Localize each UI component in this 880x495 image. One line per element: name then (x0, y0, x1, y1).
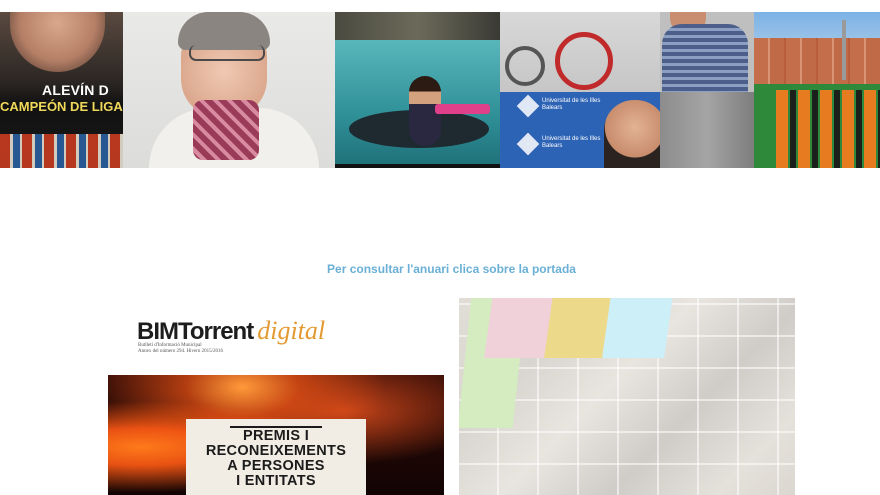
photo-bottom-edge (335, 164, 500, 168)
yearbook-cover-link-collage[interactable] (459, 298, 795, 495)
photo-man (604, 100, 660, 168)
collage-caption-champion: CAMPEÓN DE LIGA 19/20 (0, 99, 123, 114)
photo-wheelchair-wheel (555, 32, 613, 90)
cover-subtitle: Butlletí d'Informació Municipal Annex de… (138, 343, 223, 355)
logo-text-italic: digital (257, 316, 326, 345)
university-logo-icon (516, 94, 540, 118)
photo-person (10, 12, 105, 72)
photo-scarf (193, 100, 259, 160)
color-stripe-blue (602, 298, 674, 358)
photo-team-players (0, 134, 123, 168)
collage-photo-university: Universitat de les Illes Balears Univers… (500, 12, 660, 168)
university-logo-icon (516, 132, 540, 156)
bim-torrent-logo: BIMTorrent digital (137, 316, 325, 346)
photo-top-strip (335, 12, 500, 40)
cover-headline: PREMIS I RECONEIXEMENTS A PERSONES I ENT… (186, 429, 366, 489)
photo-light-mast (842, 20, 846, 80)
photo-shirt (662, 24, 748, 92)
university-banner-text: Universitat de les Illes Balears (542, 98, 601, 111)
collage-photo-watersport (335, 12, 500, 168)
cover-subtitle-line2: Annex del número 294. Hivern 2015/2016 (138, 349, 223, 354)
collage-photo-elderly-woman (123, 12, 335, 168)
headline-line4: I ENTITATS (236, 473, 316, 489)
yearbook-cover-link-bim[interactable]: BIMTorrent digital Butlletí d'Informació … (108, 298, 444, 495)
photo-wheelchair-wheel-small (505, 46, 545, 86)
collage-photo-man-striped-shirt (660, 12, 754, 168)
headline-line2: RECONEIXEMENTS (205, 443, 347, 459)
collage-photo-football-team: ALEVÍN D CAMPEÓN DE LIGA 19/20 (0, 12, 123, 168)
photo-glasses (189, 45, 265, 61)
photo-kids-group (776, 90, 880, 168)
collage-caption-team: ALEVÍN D (42, 82, 109, 98)
collage-photo-kids-field (754, 12, 880, 168)
university-banner-text: Universitat de les Illes Balears (542, 136, 601, 149)
headline-line3: A PERSONES (227, 458, 325, 474)
photo-collage-banner: ALEVÍN D CAMPEÓN DE LIGA 19/20 Universit… (0, 12, 880, 168)
photo-buildings (754, 38, 880, 84)
logo-text-bold: BIMTorrent (137, 318, 254, 345)
headline-line1: PREMIS I (242, 428, 310, 444)
photo-pink-float (435, 104, 490, 114)
cover-headline-card: PREMIS I RECONEIXEMENTS A PERSONES I ENT… (186, 419, 366, 495)
yearbook-instruction-text: Per consultar l'anuari clica sobre la po… (327, 262, 576, 276)
photo-grey-background (660, 92, 754, 168)
